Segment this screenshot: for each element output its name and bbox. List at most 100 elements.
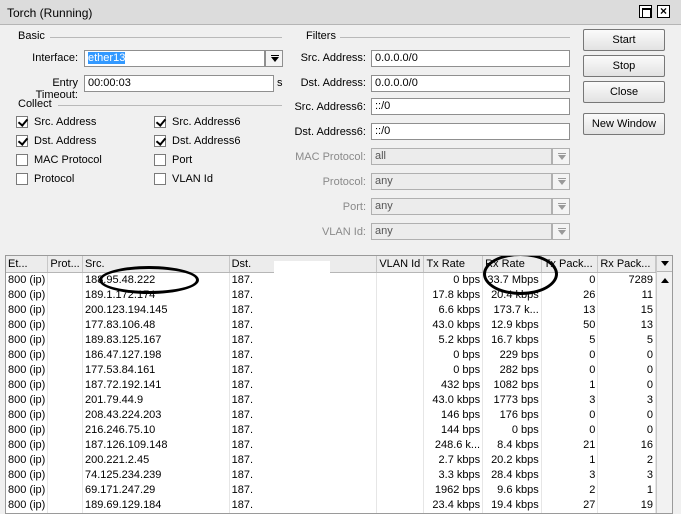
dst-address6-checkbox[interactable] [154, 135, 166, 147]
table-row[interactable]: 800 (ip) 187.126.109.148 187. 248.6 k... 8.4… [6, 437, 656, 453]
dst-address6-filter-label: Dst. Address6: [294, 126, 366, 138]
vertical-scrollbar[interactable] [656, 256, 672, 513]
col-tx-rate[interactable]: Tx Rate [423, 256, 484, 273]
table-cell: 0 bps [482, 422, 542, 438]
table-cell: 176 bps [482, 407, 542, 423]
col-vlan-id[interactable]: VLAN Id [376, 256, 425, 273]
table-cell: 201.79.44.9 [82, 392, 230, 408]
table-row[interactable]: 800 (ip) 189.69.129.184 187. 23.4 kbps 19.4 … [6, 497, 656, 513]
table-row[interactable]: 800 (ip) 177.83.106.48 187. 43.0 kbps 12.9 k… [6, 317, 656, 333]
port-label: Port [172, 154, 193, 166]
table-header: Et... Prot... Src. Dst. VLAN Id Tx Rate … [6, 256, 656, 273]
redaction-header [274, 261, 330, 273]
table-row[interactable]: 800 (ip) 187.72.192.141 187. 432 bps 1082 bp… [6, 377, 656, 393]
table-row[interactable]: 800 (ip) 177.53.84.161 187. 0 bps 282 bps 0 0 [6, 362, 656, 378]
port-dropdown-icon[interactable] [552, 198, 570, 215]
dst-address-filter-input[interactable]: 0.0.0.0/0 [371, 75, 570, 92]
dst-address6-label: Dst. Address6 [172, 135, 241, 147]
scroll-up-icon[interactable] [659, 275, 671, 287]
table-cell: 16.7 kbps [482, 332, 542, 348]
table-cell: 43.0 kbps [423, 317, 484, 333]
interface-dropdown-icon[interactable] [265, 50, 283, 67]
src-address6-checkbox[interactable] [154, 116, 166, 128]
close-icon[interactable]: × [657, 5, 670, 18]
table-cell: 6.6 kbps [423, 302, 484, 318]
dst-address6-filter-input[interactable]: ::/0 [371, 123, 570, 140]
maximize-icon[interactable] [639, 5, 652, 18]
table-cell: 23.4 kbps [423, 497, 484, 513]
table-cell: 800 (ip) [6, 482, 49, 498]
vlan-id-dropdown-icon[interactable] [552, 223, 570, 240]
table-row[interactable]: 800 (ip) 201.79.44.9 187. 43.0 kbps 1773 bps… [6, 392, 656, 408]
table-cell: 0 bps [423, 347, 484, 363]
new-window-button[interactable]: New Window [583, 113, 665, 135]
table-cell: 2 [541, 482, 599, 498]
table-cell: 19 [597, 497, 656, 513]
filters-divider [340, 37, 570, 38]
column-menu-icon[interactable] [657, 256, 672, 272]
col-ethernet[interactable]: Et... [6, 256, 49, 273]
port-filter-value: any [375, 200, 393, 212]
col-rx-packets[interactable]: Rx Pack... [597, 256, 656, 273]
table-cell [47, 452, 83, 468]
start-button[interactable]: Start [583, 29, 665, 51]
table-cell [376, 302, 425, 318]
collect-divider [58, 105, 282, 106]
mac-protocol-filter-select[interactable]: all [371, 148, 552, 165]
table-row[interactable]: 800 (ip) 216.246.75.10 187. 144 bps 0 bps 0 0 [6, 422, 656, 438]
table-cell [376, 362, 425, 378]
table-cell: 800 (ip) [6, 302, 49, 318]
table-cell: 17.8 kbps [423, 287, 484, 303]
mac-protocol-dropdown-icon[interactable] [552, 148, 570, 165]
src-address6-filter-input[interactable]: ::/0 [371, 98, 570, 115]
table-cell [47, 392, 83, 408]
entry-timeout-unit: s [277, 77, 283, 89]
table-cell: 146 bps [423, 407, 484, 423]
table-cell [47, 377, 83, 393]
mac-protocol-checkbox[interactable] [16, 154, 28, 166]
vlan-id-filter-select[interactable]: any [371, 223, 552, 240]
table-cell: 3.3 kbps [423, 467, 484, 483]
vlan-id-checkbox[interactable] [154, 173, 166, 185]
close-button[interactable]: Close [583, 81, 665, 103]
port-checkbox[interactable] [154, 154, 166, 166]
protocol-checkbox[interactable] [16, 173, 28, 185]
protocol-dropdown-icon[interactable] [552, 173, 570, 190]
stop-button[interactable]: Stop [583, 55, 665, 77]
table-row[interactable]: 800 (ip) 200.221.2.45 187. 2.7 kbps 20.2 kbp… [6, 452, 656, 468]
src-address-filter-label: Src. Address: [300, 52, 366, 64]
entry-timeout-input[interactable]: 00:00:03 [84, 75, 274, 92]
protocol-filter-select[interactable]: any [371, 173, 552, 190]
table-cell [376, 452, 425, 468]
mac-protocol-filter-label: MAC Protocol: [295, 151, 366, 163]
table-cell: 15 [597, 302, 656, 318]
src-address-checkbox[interactable] [16, 116, 28, 128]
protocol-label: Protocol [34, 173, 75, 185]
table-cell [376, 437, 425, 453]
table-row[interactable]: 800 (ip) 186.47.127.198 187. 0 bps 229 bps 0 0 [6, 347, 656, 363]
basic-divider [50, 37, 282, 38]
table-cell: 229 bps [482, 347, 542, 363]
table-row[interactable]: 800 (ip) 208.43.224.203 187. 146 bps 176 bps… [6, 407, 656, 423]
table-row[interactable]: 800 (ip) 189.1.172.174 187. 17.8 kbps 20.4 k… [6, 287, 656, 303]
table-row[interactable]: 800 (ip) 189.83.125.167 187. 5.2 kbps 16.7 k… [6, 332, 656, 348]
table-cell: 0 bps [423, 272, 484, 288]
table-row[interactable]: 800 (ip) 200.123.194.145 187. 6.6 kbps 173.7… [6, 302, 656, 318]
src-address6-filter-label: Src. Address6: [294, 101, 366, 113]
table-cell: 2 [597, 452, 656, 468]
col-protocol[interactable]: Prot... [47, 256, 83, 273]
port-filter-select[interactable]: any [371, 198, 552, 215]
table-cell: 800 (ip) [6, 272, 49, 288]
src-address6-filter-value: ::/0 [375, 100, 391, 112]
table-cell: 189.83.125.167 [82, 332, 230, 348]
src-address-filter-input[interactable]: 0.0.0.0/0 [371, 50, 570, 67]
table-row[interactable]: 800 (ip) 74.125.234.239 187. 3.3 kbps 28.4 k… [6, 467, 656, 483]
table-cell [376, 377, 425, 393]
table-cell: 800 (ip) [6, 467, 49, 483]
interface-select[interactable]: ether13 [84, 50, 265, 67]
table-row[interactable]: 800 (ip) 69.171.247.29 187. 1962 bps 9.6 kbp… [6, 482, 656, 498]
table-cell [376, 497, 425, 513]
table-cell [376, 272, 425, 288]
dst-address-checkbox[interactable] [16, 135, 28, 147]
table-cell: 187.126.109.148 [82, 437, 230, 453]
